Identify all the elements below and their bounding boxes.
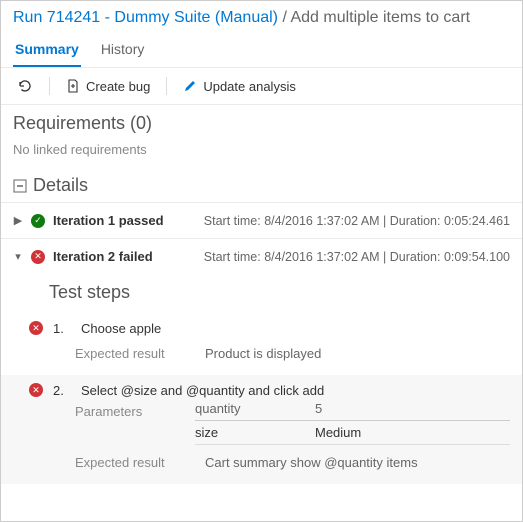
iteration-row[interactable]: ▾ ✕ Iteration 2 failed Start time: 8/4/2…	[1, 239, 522, 274]
iteration-meta: Start time: 8/4/2016 1:37:02 AM | Durati…	[204, 250, 510, 264]
chevron-down-icon: ▾	[13, 250, 23, 263]
expected-label: Expected result	[75, 346, 185, 361]
toolbar: Create bug Update analysis	[1, 68, 522, 105]
details-title: Details	[33, 175, 88, 196]
create-bug-button[interactable]: Create bug	[62, 77, 154, 96]
parameters-label: Parameters	[75, 404, 185, 419]
param-name: size	[195, 425, 315, 440]
iteration-meta: Start time: 8/4/2016 1:37:02 AM | Durati…	[204, 214, 510, 228]
table-row: quantity 5	[195, 397, 510, 421]
fail-icon: ✕	[29, 321, 43, 335]
update-analysis-label: Update analysis	[203, 79, 296, 94]
breadcrumb-sep: /	[278, 9, 290, 26]
pass-icon: ✓	[31, 214, 45, 228]
iteration-title: Iteration 2 failed	[53, 249, 153, 264]
create-bug-label: Create bug	[86, 79, 150, 94]
fail-icon: ✕	[29, 383, 43, 397]
iteration-title: Iteration 1 passed	[53, 213, 164, 228]
refresh-button[interactable]	[13, 76, 37, 96]
table-row: size Medium	[195, 421, 510, 445]
tab-summary[interactable]: Summary	[13, 35, 81, 67]
breadcrumb: Run 714241 - Dummy Suite (Manual) / Add …	[1, 1, 522, 31]
pencil-icon	[183, 79, 197, 93]
expected-label: Expected result	[75, 455, 185, 470]
separator	[166, 77, 167, 95]
step-text: Select @size and @quantity and click add	[81, 383, 510, 398]
param-value: 5	[315, 401, 435, 416]
fail-icon: ✕	[31, 250, 45, 264]
tab-bar: Summary History	[1, 31, 522, 68]
expected-value: Product is displayed	[205, 346, 321, 361]
breadcrumb-current: Add multiple items to cart	[290, 9, 470, 26]
details-header[interactable]: Details	[1, 169, 522, 203]
test-step: ✕ 1. Choose apple Expected result Produc…	[1, 313, 522, 375]
document-plus-icon	[66, 79, 80, 93]
parameters-table: quantity 5 size Medium	[149, 397, 510, 445]
step-number: 2.	[53, 383, 71, 398]
param-value: Medium	[315, 425, 435, 440]
separator	[49, 77, 50, 95]
test-steps-title: Test steps	[1, 274, 522, 313]
tab-history[interactable]: History	[99, 35, 147, 67]
iteration-row[interactable]: ▶ ✓ Iteration 1 passed Start time: 8/4/2…	[1, 203, 522, 239]
requirements-title: Requirements (0)	[1, 105, 522, 138]
expected-value: Cart summary show @quantity items	[205, 455, 418, 470]
refresh-icon	[17, 78, 33, 94]
step-text: Choose apple	[81, 321, 510, 336]
update-analysis-button[interactable]: Update analysis	[179, 77, 300, 96]
test-step: ✕ 2. Select @size and @quantity and clic…	[1, 375, 522, 484]
requirements-empty: No linked requirements	[1, 138, 522, 169]
chevron-right-icon: ▶	[13, 214, 23, 227]
collapse-icon	[13, 179, 27, 193]
run-link[interactable]: Run 714241 - Dummy Suite (Manual)	[13, 9, 278, 26]
param-name: quantity	[195, 401, 315, 416]
step-number: 1.	[53, 321, 71, 336]
